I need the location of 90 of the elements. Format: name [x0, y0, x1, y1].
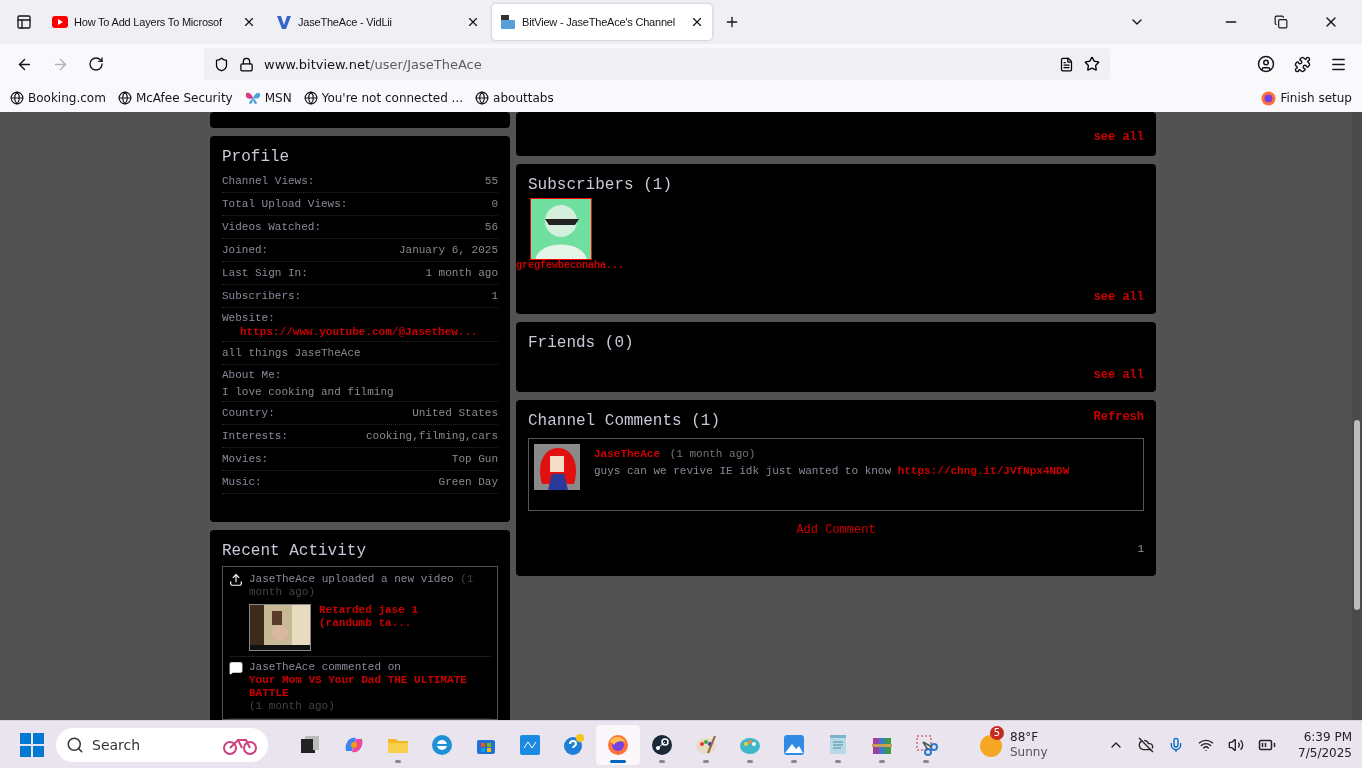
field-label: Website: — [222, 312, 276, 324]
field-value: 0 — [491, 198, 498, 210]
field-label: Movies: — [222, 453, 269, 465]
add-comment-link[interactable]: Add Comment — [796, 523, 876, 537]
search-icon — [66, 735, 84, 754]
field-label: Music: — [222, 476, 262, 488]
panel-title: Profile — [222, 148, 291, 166]
reader-view-icon[interactable] — [1059, 56, 1074, 72]
browser-tab[interactable]: BitView - JaseTheAce's Channel — [492, 4, 712, 40]
lock-icon — [239, 56, 254, 72]
bookmark[interactable]: MSN — [244, 91, 292, 105]
field-value: 1 — [491, 290, 498, 302]
refresh-link[interactable]: Refresh — [1093, 410, 1144, 424]
comment-time: (1 month ago) — [669, 448, 756, 460]
page-number[interactable]: 1 — [1137, 543, 1144, 555]
field-value: Green Day — [438, 476, 498, 488]
field-value: I love cooking and filming — [222, 386, 395, 398]
upload-icon — [229, 573, 243, 587]
comment-text: guys can we revive IE idk just wanted to know https://chng.it/JVfNpx4NDW — [594, 464, 1070, 479]
star-icon[interactable] — [1084, 56, 1100, 72]
weather-widget[interactable]: 5 88°F Sunny — [978, 729, 1048, 760]
windows-start-icon[interactable] — [20, 732, 44, 757]
scrollbar[interactable] — [1352, 112, 1362, 720]
field-label: Interests: — [222, 430, 288, 442]
browser-tab[interactable]: JaseTheAce - VidLii — [268, 4, 488, 40]
fox-globe-icon — [606, 732, 630, 757]
comment-icon — [229, 661, 243, 675]
panel-title: Recent Activity — [222, 542, 368, 560]
close-icon[interactable] — [242, 15, 256, 29]
chart-tile-icon — [518, 732, 542, 757]
video-play-icon — [52, 16, 68, 28]
finish-setup-button[interactable]: Finish setup — [1261, 90, 1352, 106]
comment-link[interactable]: https://chng.it/JVfNpx4NDW — [897, 465, 1070, 477]
bookmark[interactable]: Booking.com — [10, 91, 106, 105]
globe-icon — [10, 91, 24, 105]
subscriber-name[interactable]: gregfewbeconaha... — [516, 260, 625, 271]
clock[interactable]: 6:39 PM 7/5/2025 — [1298, 728, 1352, 761]
shield-icon — [214, 56, 229, 72]
website-link[interactable]: https://www.youtube.com/@Jasethew... — [240, 326, 498, 338]
question-bubble-icon — [562, 732, 586, 757]
field-value: Top Gun — [451, 453, 498, 465]
search-field[interactable]: Search — [56, 727, 268, 762]
panel-title: Channel Comments (1) — [528, 412, 721, 430]
mountain-photo-icon — [782, 732, 806, 757]
field-value: 55 — [484, 175, 498, 187]
see-all-link[interactable]: see all — [1093, 290, 1144, 304]
globe-icon — [475, 91, 490, 105]
video-link[interactable]: Retarded jase 1 (randumb ta... — [319, 604, 439, 651]
globe-icon — [117, 91, 132, 105]
bookmark[interactable]: You're not connected ... — [303, 91, 464, 105]
url-text: www.bitview.net/user/JaseTheAce — [264, 56, 482, 72]
browser-tab[interactable]: How To Add Layers To Microsof — [44, 4, 264, 40]
globe-icon — [303, 91, 318, 105]
field-value: January 6, 2025 — [398, 244, 498, 256]
panel-title: Subscribers (1) — [528, 176, 674, 194]
field-value: 56 — [484, 221, 498, 233]
profile-text: all things JaseTheAce — [222, 347, 361, 359]
close-icon[interactable] — [690, 15, 704, 29]
video-link[interactable]: Your Mom VS Your Dad THE ULTIMATE BATTLE — [249, 674, 491, 700]
field-value: 1 month ago — [425, 267, 498, 279]
author-link[interactable]: JaseTheAce — [594, 448, 660, 460]
panel-title: Friends (0) — [528, 334, 635, 352]
activity-text: JaseTheAce commented on — [249, 661, 402, 674]
activity-text: JaseTheAce uploaded a new video (1 month ago) — [249, 573, 475, 599]
field-label: About Me: — [222, 369, 283, 381]
see-all-link[interactable]: see all — [1093, 130, 1144, 144]
v-shape-icon — [276, 14, 292, 30]
field-label: Channel Views: — [222, 175, 315, 187]
cloud-off-icon[interactable] — [1138, 736, 1155, 753]
monitor-icon — [500, 14, 516, 30]
field-value: United States — [412, 407, 498, 419]
field-value: cooking,filming,cars — [365, 430, 498, 442]
fox-globe-icon — [1261, 90, 1277, 106]
scissors-icon — [914, 732, 938, 757]
field-label: Last Sign In: — [222, 267, 308, 279]
steam-icon — [650, 732, 674, 757]
field-label: Country: — [222, 407, 275, 419]
close-icon[interactable] — [466, 15, 480, 29]
browser-e-icon — [430, 732, 454, 757]
butterfly-icon — [244, 91, 261, 105]
see-all-link[interactable]: see all — [1093, 368, 1144, 382]
field-label: Joined: — [222, 244, 269, 256]
bookmark[interactable]: McAfee Security — [117, 91, 233, 105]
field-label: Videos Watched: — [222, 221, 322, 233]
bookmark[interactable]: abouttabs — [475, 91, 554, 105]
address-field[interactable]: www.bitview.net/user/JaseTheAce — [204, 48, 1110, 80]
speaker-icon[interactable] — [1228, 736, 1245, 753]
activity-time: (1 month ago) — [249, 700, 336, 713]
field-label: Total Upload Views: — [222, 198, 348, 210]
field-label: Subscribers: — [222, 290, 302, 302]
